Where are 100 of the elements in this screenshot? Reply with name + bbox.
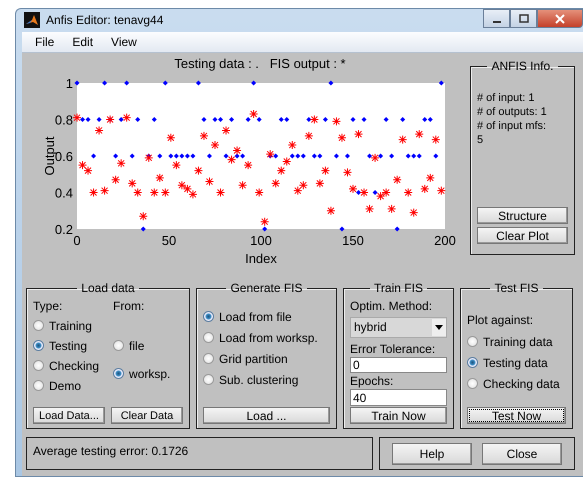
data-point (201, 117, 206, 122)
data-point (162, 80, 168, 86)
data-point (140, 226, 146, 232)
data-point (124, 80, 130, 86)
radio-option[interactable]: Grid partition (203, 351, 330, 366)
info-text: # of input: 1 (477, 91, 536, 105)
data-point (138, 212, 148, 221)
data-point (362, 117, 367, 122)
tick-label: 100 (250, 233, 272, 248)
radio-option[interactable]: Checking (33, 358, 100, 373)
info-text: # of input mfs: (477, 119, 548, 133)
app-icon (24, 12, 40, 28)
data-point (426, 173, 435, 182)
data-point (74, 80, 80, 86)
data-point (387, 204, 396, 214)
radio-option[interactable]: Testing (33, 338, 100, 353)
plot-button[interactable]: Structure (477, 207, 568, 224)
tick-label: 150 (342, 233, 364, 248)
data-point (96, 117, 102, 122)
data-point (206, 154, 212, 158)
radio-option[interactable]: Checking data (467, 376, 566, 391)
data-point (354, 130, 364, 139)
data-point (315, 178, 324, 188)
footer-button[interactable]: Help (392, 442, 472, 464)
data-button[interactable]: Clear Data (111, 407, 183, 424)
tick-label: 0 (73, 233, 81, 248)
data-point (326, 206, 336, 216)
data-point (100, 186, 110, 196)
tick-label: 0.6 (54, 149, 73, 164)
minimize-button[interactable] (483, 9, 510, 28)
data-point (433, 154, 438, 158)
epochs-label: Epochs: (350, 374, 394, 388)
data-point (150, 188, 159, 197)
data-point (332, 116, 341, 126)
menu-item[interactable]: View (102, 34, 146, 49)
info-text: 5 (477, 133, 484, 147)
data-point (102, 80, 108, 86)
data-point (288, 140, 297, 150)
data-point (334, 154, 339, 158)
tick-label: 0.4 (54, 186, 73, 200)
data-point (276, 166, 286, 176)
data-point (199, 131, 208, 140)
tolerance-field[interactable]: 0 (350, 356, 447, 374)
radio-option[interactable]: Training (33, 318, 100, 333)
axis-label: Index (245, 251, 277, 266)
data-point (342, 168, 352, 177)
test-button[interactable]: Test Now (467, 407, 566, 424)
radio-option[interactable]: worksp. (113, 366, 170, 381)
data-point (182, 184, 192, 194)
data-point (160, 188, 170, 197)
chart-title: Testing data : . FIS output : * (174, 57, 346, 71)
menu-item[interactable]: File (26, 34, 64, 49)
data-point (152, 117, 157, 122)
data-point (166, 133, 176, 142)
panel-title: Load data (80, 281, 136, 295)
data-point (400, 117, 406, 122)
radio-option[interactable]: Demo (33, 378, 100, 393)
plot-button[interactable]: Clear Plot (477, 227, 568, 244)
close-icon (555, 14, 565, 24)
data-point (177, 180, 186, 190)
data-point (438, 80, 444, 86)
data-point (254, 188, 264, 197)
data-point (344, 154, 350, 158)
data-point (111, 175, 120, 184)
maximize-button[interactable] (510, 9, 537, 28)
data-point (392, 175, 402, 184)
data-point (420, 184, 430, 194)
tick-label: 200 (434, 233, 456, 248)
radio-option[interactable]: Sub. clustering (203, 372, 330, 387)
data-point (409, 208, 418, 218)
data-point (194, 166, 203, 176)
radio-option[interactable]: Testing data (467, 355, 566, 370)
minimize-icon (492, 20, 500, 22)
data-point (251, 80, 256, 86)
data-point (404, 188, 413, 197)
data-point (350, 117, 356, 122)
menu-item[interactable]: Edit (63, 34, 102, 49)
window-title: Anfis Editor: tenavg44 (46, 13, 164, 28)
epochs-field[interactable]: 40 (350, 389, 447, 406)
data-point (436, 186, 446, 196)
data-point (135, 117, 140, 122)
status-text: Average testing error: 0.1726 (33, 444, 188, 458)
close-button[interactable] (537, 9, 583, 28)
radio-option[interactable]: Load from file (203, 309, 330, 324)
radio-option[interactable]: file (113, 338, 170, 353)
tick-label: 50 (162, 233, 176, 248)
data-point (133, 188, 142, 197)
panel-title: Generate FIS (229, 281, 304, 295)
load-button[interactable]: Load ... (203, 407, 330, 424)
radio-option[interactable]: Load from worksp. (203, 330, 330, 345)
train-button[interactable]: Train Now (350, 407, 447, 424)
footer-button[interactable]: Close (482, 442, 562, 464)
data-point (431, 135, 440, 144)
panel-title: ANFIS Info. (490, 59, 555, 73)
data-point (298, 180, 308, 190)
data-point (229, 117, 234, 122)
radio-option[interactable]: Training data (467, 334, 566, 349)
method-dropdown[interactable]: hybrid (350, 317, 447, 338)
data-button[interactable]: Load Data... (33, 407, 105, 424)
data-point (188, 190, 198, 199)
